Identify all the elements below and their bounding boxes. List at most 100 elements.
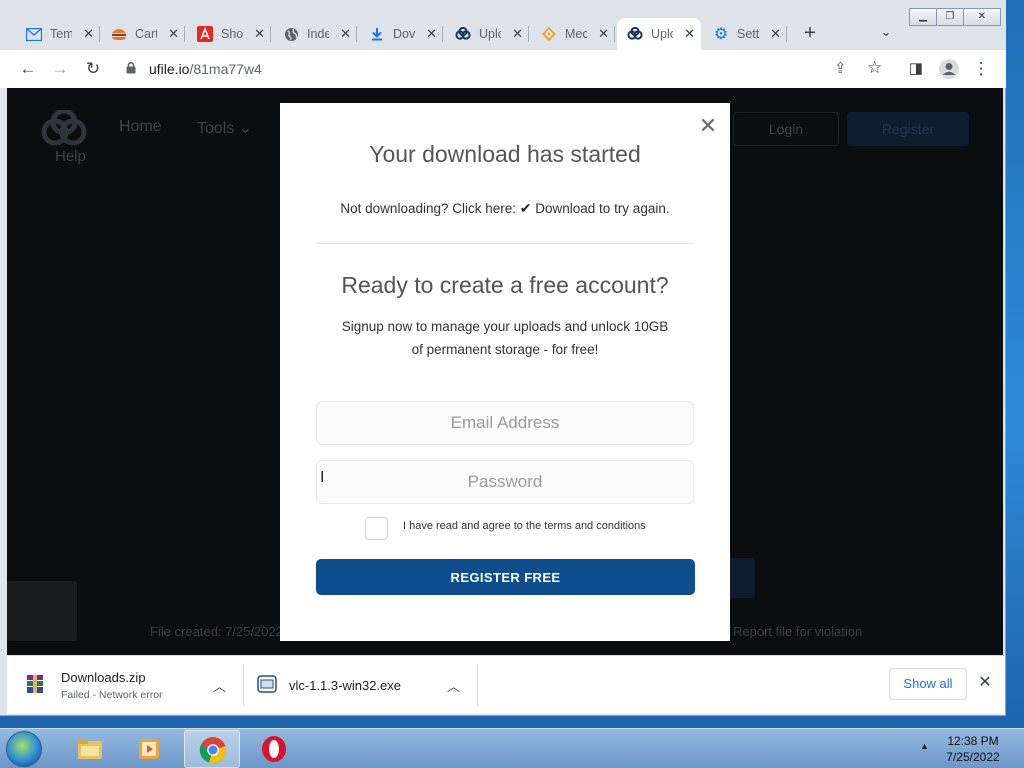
browser-window: Tem ✕ Cart ✕ Sho ✕ Inde ✕ Dov ✕ Upl ✕ Me…: [0, 0, 1006, 716]
share-icon[interactable]: ⇪: [834, 59, 847, 77]
forward-arrow-icon[interactable]: →: [48, 58, 72, 80]
tab-title: Tem: [50, 27, 72, 41]
terms-checkbox[interactable]: [365, 517, 388, 540]
download-item-zip[interactable]: Downloads.zip Failed - Network error ︿: [13, 662, 239, 708]
tab-strip: Tem ✕ Cart ✕ Sho ✕ Inde ✕ Dov ✕ Upl ✕ Me…: [0, 0, 1006, 50]
tab-close-icon[interactable]: ✕: [512, 26, 523, 42]
tab-upload-active[interactable]: Uplo ✕: [617, 18, 701, 50]
tab-close-icon[interactable]: ✕: [254, 26, 265, 42]
chevron-up-icon[interactable]: ︿: [213, 676, 226, 695]
burger-icon: [111, 26, 127, 42]
tab-upload-1[interactable]: Uplo ✕: [445, 18, 529, 50]
download-shelf: Downloads.zip Failed - Network error ︿ v…: [7, 655, 1005, 714]
mail-icon: [26, 26, 42, 42]
text-cursor-icon: I: [320, 469, 325, 486]
tab-title: Dov: [393, 27, 415, 41]
opera-icon: [262, 736, 286, 762]
new-tab-button[interactable]: +: [798, 22, 822, 46]
tab-title: Sho: [221, 27, 243, 41]
tab-close-icon[interactable]: ✕: [770, 26, 781, 42]
password-field[interactable]: [316, 460, 694, 504]
url-path: /81ma77w4: [189, 61, 262, 77]
tab-title: Setti: [737, 27, 759, 41]
adobe-icon: [197, 26, 213, 42]
address-bar[interactable]: ufile.io/81ma77w4 ⇪ ☆: [114, 54, 904, 84]
tab-close-icon[interactable]: ✕: [684, 26, 695, 42]
nav-tools[interactable]: Tools ⌄: [197, 118, 252, 138]
download-modal: ✕ Your download has started Not download…: [280, 103, 730, 641]
url-host: ufile.io: [149, 61, 190, 77]
tab-close-icon[interactable]: ✕: [340, 26, 351, 42]
ufile-icon: [627, 26, 643, 42]
download-filename: Downloads.zip: [61, 670, 146, 685]
profile-avatar-icon[interactable]: [937, 58, 961, 80]
tab-shop[interactable]: Sho ✕: [187, 18, 271, 50]
tab-close-icon[interactable]: ✕: [426, 26, 437, 42]
tab-download[interactable]: Dov ✕: [359, 18, 443, 50]
clock-time: 12:38 PM: [947, 734, 999, 748]
tab-settings[interactable]: ⚙ Setti ✕: [703, 18, 787, 50]
tab-search-chevron-icon[interactable]: ⌄: [875, 24, 897, 44]
show-all-button[interactable]: Show all: [889, 668, 967, 700]
taskbar-media-player[interactable]: [122, 730, 178, 768]
file-created-text: File created: 7/25/2022: [150, 624, 283, 639]
retry-download-link[interactable]: Download to try again.: [535, 201, 669, 216]
retry-download-text: Not downloading? Click here: ✔ Download …: [280, 200, 730, 217]
tab-title: Mec: [565, 27, 587, 41]
window-close-button[interactable]: ✕: [963, 8, 1001, 26]
tab-cart[interactable]: Cart ✕: [101, 18, 185, 50]
tab-title: Cart: [135, 27, 157, 41]
tab-close-icon[interactable]: ✕: [168, 26, 179, 42]
tab-mail[interactable]: Tem ✕: [16, 18, 100, 50]
back-arrow-icon[interactable]: ←: [16, 58, 40, 80]
ufile-icon: [455, 26, 471, 42]
window-controls: ▁ ❐ ✕: [909, 8, 1001, 26]
tray-expand-icon[interactable]: ▲: [920, 741, 929, 751]
recaptcha-badge: [7, 581, 77, 641]
taskbar-chrome[interactable]: [184, 730, 240, 768]
checkmark-icon: ✔: [519, 200, 532, 216]
report-file-link[interactable]: Report file for violation: [733, 624, 862, 639]
close-shelf-icon[interactable]: ✕: [977, 672, 993, 692]
register-nav-button[interactable]: Register: [847, 112, 969, 146]
download-status: Failed - Network error: [61, 689, 163, 701]
taskbar: ▲ 12:38 PM 7/25/2022: [0, 728, 1024, 768]
download-item-exe[interactable]: vlc-1.1.3-win32.exe ︿: [247, 662, 473, 708]
tab-title: Inde: [307, 27, 329, 41]
bookmark-star-icon[interactable]: ☆: [867, 58, 882, 78]
tab-close-icon[interactable]: ✕: [83, 26, 94, 42]
maximize-button[interactable]: ❐: [936, 8, 964, 26]
chevron-up-icon[interactable]: ︿: [447, 676, 460, 695]
register-free-button[interactable]: REGISTER FREE: [316, 559, 695, 595]
diamond-icon: [541, 26, 557, 42]
lock-icon: [126, 61, 136, 77]
nav-home[interactable]: Home: [119, 118, 162, 136]
system-clock[interactable]: 12:38 PM 7/25/2022: [936, 733, 1010, 765]
installer-icon: [257, 675, 277, 693]
side-panel-icon[interactable]: ◨: [904, 58, 928, 80]
signup-description: Signup now to manage your uploads and un…: [341, 319, 669, 357]
minimize-button[interactable]: ▁: [909, 8, 937, 26]
signup-title: Ready to create a free account?: [341, 272, 669, 298]
taskbar-opera[interactable]: [246, 730, 302, 768]
gear-icon: ⚙: [713, 26, 729, 43]
chrome-icon: [199, 737, 226, 764]
email-field[interactable]: [316, 401, 694, 445]
clock-date: 7/25/2022: [946, 750, 1000, 764]
nav-help[interactable]: Help: [55, 148, 86, 165]
winrar-icon: [27, 675, 43, 693]
tab-close-icon[interactable]: ✕: [598, 26, 609, 42]
download-filename: vlc-1.1.3-win32.exe: [289, 678, 401, 693]
start-button[interactable]: [6, 731, 42, 767]
browser-toolbar: ← → ↻ ufile.io/81ma77w4 ⇪ ☆ ◨ ⋮: [0, 50, 1006, 88]
download-icon: [369, 26, 385, 42]
reload-icon[interactable]: ↻: [81, 58, 105, 80]
login-button[interactable]: Login: [733, 112, 839, 146]
tab-index[interactable]: Inde ✕: [273, 18, 357, 50]
tab-media[interactable]: Mec ✕: [531, 18, 615, 50]
modal-close-icon[interactable]: ✕: [698, 115, 718, 137]
menu-kebab-icon[interactable]: ⋮: [969, 58, 993, 80]
divider: [316, 243, 694, 244]
taskbar-file-explorer[interactable]: [62, 730, 118, 768]
globe-icon: [283, 26, 299, 42]
